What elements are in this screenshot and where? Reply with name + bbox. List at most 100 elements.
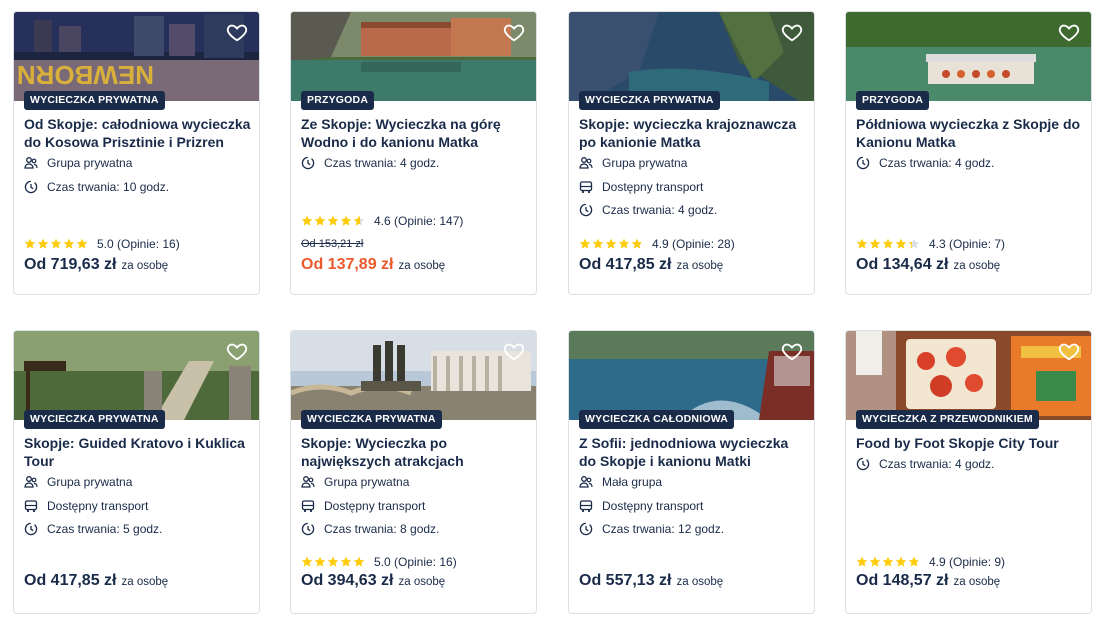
feature-duration: Czas trwania: 8 godz. [301,520,439,538]
feature-text: Mała grupa [602,475,663,489]
tour-title[interactable]: Półdniowa wycieczka z Skopje do Kanionu … [856,115,1083,151]
tour-image[interactable] [291,12,536,101]
rating: 4.9 (Opinie: 28) [579,237,735,251]
duration-icon [301,522,315,536]
feature-text: Czas trwania: 4 godz. [602,203,718,217]
rating: 4.9 (Opinie: 9) [856,555,1005,569]
feature-text: Dostępny transport [324,499,426,513]
star-icon [856,556,868,567]
tour-card[interactable]: WYCIECZKA PRYWATNA Skopje: Guided Kratov… [13,330,260,614]
price-unit: za osobę [953,260,1001,272]
wishlist-heart-icon[interactable] [781,21,803,43]
tour-card[interactable]: WYCIECZKA CAŁODNIOWA Z Sofii: jednodniow… [568,330,815,614]
tour-title[interactable]: Food by Foot Skopje City Tour [856,434,1083,452]
duration-icon [24,180,38,194]
price-amount: Od 557,13 zł [579,572,672,589]
rating: 5.0 (Opinie: 16) [301,555,457,569]
feature-duration: Czas trwania: 12 godz. [579,520,724,538]
star-icon [631,238,643,249]
tour-card[interactable]: WYCIECZKA PRYWATNA Skopje: Wycieczka po … [290,330,537,614]
wishlist-heart-icon[interactable] [1058,340,1080,362]
tour-card[interactable]: PRZYGODA Ze Skopje: Wycieczka na górę Wo… [290,11,537,295]
duration-icon [856,457,870,471]
rating-text: 4.6 (Opinie: 147) [374,214,464,228]
price: Od 417,85 zł za osobę [24,572,168,590]
star-icon [856,238,868,249]
tour-title[interactable]: Skopje: Guided Kratovo i Kuklica Tour [24,434,251,470]
feature-duration: Czas trwania: 4 godz. [301,154,439,172]
wishlist-heart-icon[interactable] [781,340,803,362]
wishlist-heart-icon[interactable] [226,340,248,362]
original-price: Od 153,21 zł [301,238,364,250]
tour-image[interactable] [846,331,1091,420]
wishlist-heart-icon[interactable] [503,21,525,43]
price: Od 417,85 zł za osobę [579,256,723,274]
tour-title[interactable]: Skopje: wycieczka krajoznawcza po kanion… [579,115,806,151]
price-amount: Od 134,64 zł [856,256,949,273]
price: Od 719,63 zł za osobę [24,256,168,274]
price-amount: Od 719,63 zł [24,256,117,273]
price: Od 137,89 zł za osobę [301,256,445,274]
tour-title[interactable]: Skopje: Wycieczka po największych atrakc… [301,434,528,470]
star-icon [37,238,49,249]
star-rating [24,238,89,250]
feature-text: Dostępny transport [47,499,149,513]
group-icon [24,156,38,170]
duration-icon [579,522,593,536]
feature-text: Czas trwania: 4 godz. [879,457,995,471]
rating-text: 5.0 (Opinie: 16) [374,555,457,569]
star-rating [301,215,366,227]
tour-card[interactable]: PRZYGODA Półdniowa wycieczka z Skopje do… [845,11,1092,295]
star-rating [856,238,921,250]
star-icon [340,556,352,567]
feature-transport: Dostępny transport [301,497,425,515]
category-badge: WYCIECZKA PRYWATNA [301,410,442,429]
group-icon [579,156,593,170]
tour-title[interactable]: Ze Skopje: Wycieczka na górę Wodno i do … [301,115,528,151]
star-icon [895,238,907,249]
feature-duration: Czas trwania: 4 godz. [579,201,717,219]
wishlist-heart-icon[interactable] [1058,21,1080,43]
wishlist-heart-icon[interactable] [503,340,525,362]
category-badge: WYCIECZKA CAŁODNIOWA [579,410,735,429]
duration-icon [856,156,870,170]
feature-text: Czas trwania: 4 godz. [324,156,440,170]
star-icon [353,556,365,567]
feature-text: Grupa prywatna [324,475,410,489]
price-unit: za osobę [398,260,446,272]
feature-group: Grupa prywatna [301,473,409,491]
feature-text: Dostępny transport [602,499,704,513]
tour-image[interactable] [14,331,259,420]
star-rating [579,238,644,250]
wishlist-heart-icon[interactable] [226,21,248,43]
rating-text: 5.0 (Opinie: 16) [97,237,180,251]
price-unit: za osobę [121,576,169,588]
star-icon [869,238,881,249]
tour-image[interactable] [846,12,1091,101]
svg-text:NEWBORN: NEWBORN [17,60,154,90]
star-icon [24,238,36,249]
price-amount: Od 137,89 zł [301,256,394,273]
tour-title[interactable]: Od Skopje: całodniowa wycieczka do Kosow… [24,115,251,151]
tour-image[interactable] [569,331,814,420]
rating-text: 4.9 (Opinie: 9) [929,555,1006,569]
feature-text: Grupa prywatna [47,156,133,170]
tour-title[interactable]: Z Sofii: jednodniowa wycieczka do Skopje… [579,434,806,470]
tour-image[interactable]: NEWBORN [14,12,259,101]
tour-card[interactable]: NEWBORN WYCIECZKA PRYWATNA Od Skopje: ca… [13,11,260,295]
feature-duration: Czas trwania: 5 godz. [24,520,162,538]
category-badge: PRZYGODA [856,91,930,110]
star-rating [856,556,921,568]
rating: 4.3 (Opinie: 7) [856,237,1005,251]
bus-icon [579,499,593,513]
tour-image[interactable] [569,12,814,101]
star-icon [618,238,630,249]
star-icon [908,238,920,249]
tour-card[interactable]: WYCIECZKA Z PRZEWODNIKIEM Food by Foot S… [845,330,1092,614]
feature-text: Dostępny transport [602,180,704,194]
tour-card[interactable]: WYCIECZKA PRYWATNA Skopje: wycieczka kra… [568,11,815,295]
feature-transport: Dostępny transport [579,178,703,196]
duration-icon [24,522,38,536]
tour-image[interactable] [291,331,536,420]
star-rating [301,556,366,568]
